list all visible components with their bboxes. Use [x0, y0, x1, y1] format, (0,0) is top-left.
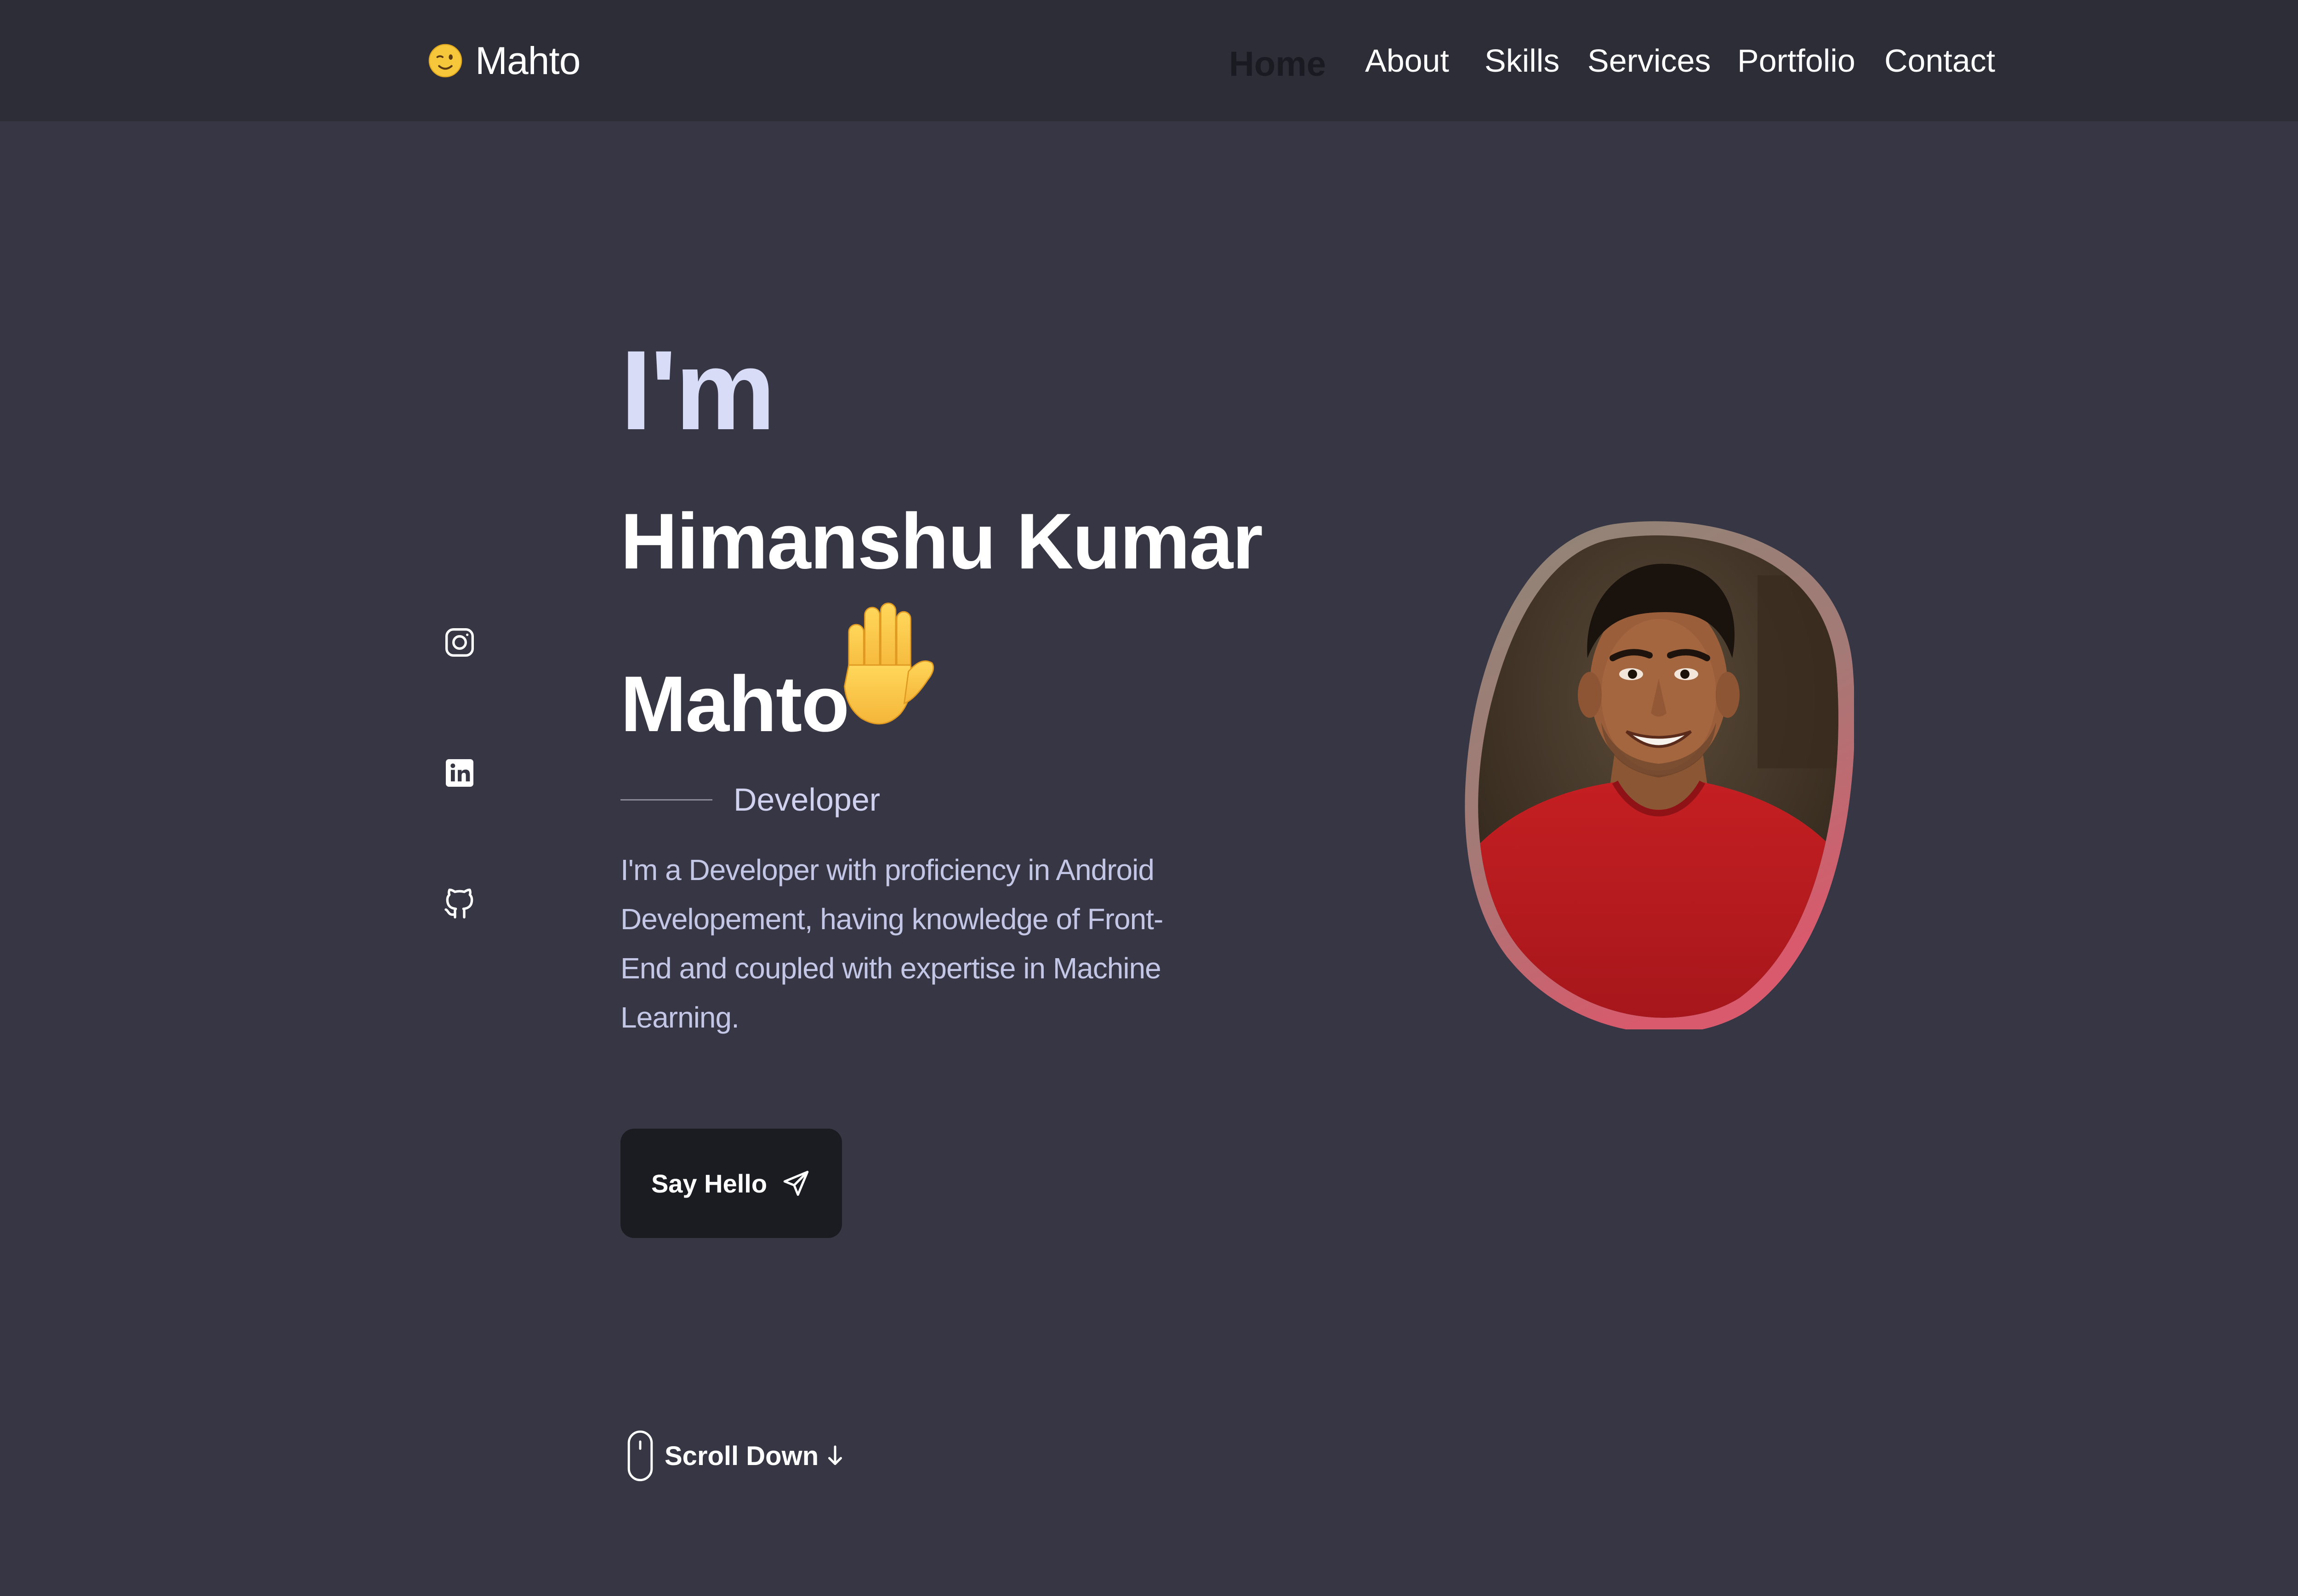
arrow-down-icon — [828, 1445, 842, 1465]
linkedin-link[interactable] — [441, 755, 478, 791]
hero-description: I'm a Developer with proficiency in Andr… — [620, 853, 1163, 1034]
github-icon — [444, 888, 473, 919]
instagram-link[interactable] — [441, 624, 478, 661]
scroll-down-link[interactable]: Scroll Down — [626, 1428, 844, 1483]
hero-role: Developer — [620, 774, 880, 825]
say-hello-label: Say Hello — [651, 1169, 768, 1198]
nav-home[interactable]: Home — [1229, 39, 1326, 90]
raised-hand-emoji-icon — [844, 602, 934, 725]
scroll-down-label: Scroll Down — [665, 1441, 819, 1471]
mouse-icon — [627, 1430, 653, 1482]
github-link[interactable] — [441, 885, 478, 922]
main-nav: Home About Skills Services Portfolio Con… — [0, 35, 2298, 86]
site-header: Mahto Home About Skills Services Portfol… — [0, 0, 2298, 121]
instagram-icon — [445, 628, 474, 657]
send-icon — [783, 1170, 809, 1196]
nav-contact[interactable]: Contact — [1884, 35, 1995, 86]
linkedin-icon — [446, 759, 473, 787]
nav-portfolio[interactable]: Portfolio — [1737, 35, 1855, 86]
role-divider — [620, 799, 712, 801]
profile-photo — [1465, 521, 1854, 1029]
role-text: Developer — [734, 782, 881, 818]
nav-services[interactable]: Services — [1587, 35, 1711, 86]
hero-name-first: Himanshu Kumar — [620, 497, 1263, 585]
hero-greeting: I'm — [620, 327, 776, 454]
say-hello-button[interactable]: Say Hello — [620, 1129, 842, 1238]
nav-about[interactable]: About — [1365, 35, 1449, 86]
nav-skills[interactable]: Skills — [1485, 35, 1559, 86]
hero-name-last: Mahto — [620, 660, 849, 748]
